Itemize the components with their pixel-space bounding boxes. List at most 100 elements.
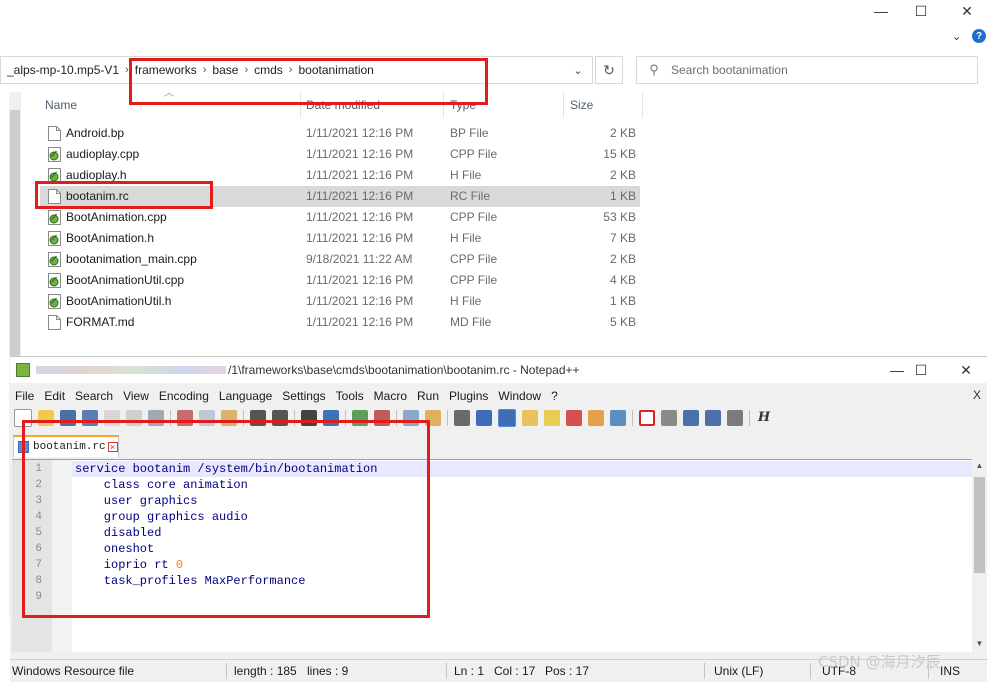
show-all-chars-icon[interactable] xyxy=(476,410,492,426)
paste-icon[interactable] xyxy=(221,410,237,426)
code-line[interactable]: service bootanim /system/bin/bootanimati… xyxy=(75,461,377,477)
search-box[interactable]: ⚲ Search bootanimation xyxy=(636,56,978,84)
address-segment[interactable]: frameworks xyxy=(129,63,203,77)
tab-bootanim-rc[interactable]: bootanim.rc × xyxy=(13,435,119,457)
menu-settings[interactable]: Settings xyxy=(277,389,330,403)
menu-language[interactable]: Language xyxy=(214,389,277,403)
code-line[interactable]: class core animation xyxy=(75,477,248,493)
column-divider[interactable] xyxy=(443,92,444,118)
address-bar[interactable]: _alps-mp-10.mp5-V1 › frameworks › base ›… xyxy=(0,56,593,84)
sync-vertical-icon[interactable] xyxy=(403,410,419,426)
file-type: H File xyxy=(450,294,482,308)
address-segment[interactable]: cmds xyxy=(248,63,289,77)
print-icon[interactable] xyxy=(148,410,164,426)
new-file-icon[interactable] xyxy=(14,409,32,427)
fold-margin[interactable] xyxy=(52,460,72,652)
column-header-name[interactable]: Name xyxy=(45,94,77,116)
ribbon-expand-chevron-icon[interactable]: ⌄ xyxy=(952,30,961,43)
monitoring-icon[interactable] xyxy=(610,410,626,426)
scroll-down-arrow-icon[interactable]: ▼ xyxy=(974,639,985,648)
tab-close-icon[interactable]: × xyxy=(107,442,118,452)
address-segment[interactable]: base xyxy=(206,63,244,77)
column-header-type[interactable]: Type xyxy=(450,94,476,116)
column-header-size[interactable]: Size xyxy=(570,94,593,116)
close-all-icon[interactable] xyxy=(126,410,142,426)
code-line[interactable]: user graphics xyxy=(75,493,198,509)
title-bar[interactable]: /1\frameworks\base\cmds\bootanimation\bo… xyxy=(10,357,987,383)
status-insert-mode[interactable]: INS xyxy=(940,664,960,678)
editor-vertical-scrollbar[interactable]: ▲ ▼ xyxy=(972,459,987,651)
find-icon[interactable] xyxy=(301,410,317,426)
column-divider[interactable] xyxy=(642,92,643,118)
file-row[interactable]: BootAnimationUtil.cpp 1/11/2021 12:16 PM C… xyxy=(40,270,640,291)
scrollbar-thumb[interactable] xyxy=(974,477,985,573)
save-macro-icon[interactable] xyxy=(727,410,743,426)
menu-run[interactable]: Run xyxy=(412,389,444,403)
menu-help[interactable]: ? xyxy=(546,389,563,403)
word-wrap-icon[interactable] xyxy=(454,410,470,426)
undo-icon[interactable] xyxy=(250,410,266,426)
status-eol[interactable]: Unix (LF) xyxy=(714,664,763,678)
zoom-in-icon[interactable] xyxy=(352,410,368,426)
cut-icon[interactable] xyxy=(177,410,193,426)
run-macro-multiple-icon[interactable] xyxy=(705,410,721,426)
file-row[interactable]: Android.bp 1/11/2021 12:16 PM BP File 2 KB xyxy=(40,123,640,144)
save-all-icon[interactable] xyxy=(82,410,98,426)
replace-icon[interactable] xyxy=(323,410,339,426)
menu-encoding[interactable]: Encoding xyxy=(154,389,214,403)
copy-icon[interactable] xyxy=(199,410,215,426)
close-document-x[interactable]: X xyxy=(973,388,981,402)
file-row[interactable]: bootanim.rc 1/11/2021 12:16 PM RC File 1 KB xyxy=(40,186,640,207)
document-map-icon[interactable] xyxy=(544,410,560,426)
hex-editor-icon[interactable]: H xyxy=(756,410,772,426)
scroll-up-arrow-icon[interactable]: ▲ xyxy=(974,461,985,470)
open-file-icon[interactable] xyxy=(38,410,54,426)
sync-horizontal-icon[interactable] xyxy=(425,410,441,426)
menu-tools[interactable]: Tools xyxy=(331,389,369,403)
save-icon[interactable] xyxy=(60,410,76,426)
file-row[interactable]: bootanimation_main.cpp 9/18/2021 11:22 AM… xyxy=(40,249,640,270)
close-button[interactable]: ✕ xyxy=(944,0,987,22)
indent-guide-icon[interactable] xyxy=(498,409,516,427)
function-list-icon[interactable] xyxy=(566,410,582,426)
file-row[interactable]: audioplay.h 1/11/2021 12:16 PM H File 2 KB xyxy=(40,165,640,186)
folder-workspace-icon[interactable] xyxy=(588,410,604,426)
close-button[interactable]: ✕ xyxy=(943,359,987,381)
help-icon[interactable]: ? xyxy=(972,29,986,43)
column-header-date[interactable]: Date modified xyxy=(306,94,380,116)
address-segment[interactable]: bootanimation xyxy=(292,63,379,77)
play-macro-icon[interactable] xyxy=(683,410,699,426)
file-row[interactable]: BootAnimationUtil.h 1/11/2021 12:16 PM H F… xyxy=(40,291,640,312)
editor-area[interactable]: 1 service bootanim /system/bin/bootanimat… xyxy=(12,459,972,652)
column-divider[interactable] xyxy=(563,92,564,118)
code-line[interactable]: disabled xyxy=(75,525,162,541)
maximize-button[interactable]: ☐ xyxy=(898,0,944,22)
address-segment[interactable]: _alps-mp-10.mp5-V1 xyxy=(1,63,125,77)
file-row[interactable]: BootAnimation.cpp 1/11/2021 12:16 PM CPP F… xyxy=(40,207,640,228)
code-line[interactable]: ioprio rt 0 xyxy=(75,557,183,573)
menu-view[interactable]: View xyxy=(118,389,154,403)
file-row[interactable]: audioplay.cpp 1/11/2021 12:16 PM CPP File 1… xyxy=(40,144,640,165)
menu-macro[interactable]: Macro xyxy=(369,389,412,403)
column-divider[interactable] xyxy=(300,92,301,118)
close-icon[interactable] xyxy=(104,410,120,426)
code-line[interactable]: oneshot xyxy=(75,541,154,557)
menu-edit[interactable]: Edit xyxy=(39,389,70,403)
menu-window[interactable]: Window xyxy=(493,389,546,403)
maximize-button[interactable]: ☐ xyxy=(898,359,944,381)
file-row[interactable]: BootAnimation.h 1/11/2021 12:16 PM H File 7… xyxy=(40,228,640,249)
zoom-out-icon[interactable] xyxy=(374,410,390,426)
search-input[interactable]: Search bootanimation xyxy=(671,63,788,77)
user-language-icon[interactable] xyxy=(522,410,538,426)
menu-plugins[interactable]: Plugins xyxy=(444,389,493,403)
code-line[interactable]: group graphics audio xyxy=(75,509,248,525)
record-macro-icon[interactable] xyxy=(639,410,655,426)
refresh-icon[interactable]: ↻ xyxy=(595,56,623,84)
stop-macro-icon[interactable] xyxy=(661,410,677,426)
menu-file[interactable]: File xyxy=(10,389,39,403)
redo-icon[interactable] xyxy=(272,410,288,426)
file-row[interactable]: FORMAT.md 1/11/2021 12:16 PM MD File 5 KB xyxy=(40,312,640,333)
code-line[interactable]: task_profiles MaxPerformance xyxy=(75,573,306,589)
menu-search[interactable]: Search xyxy=(70,389,118,403)
address-history-dropdown-icon[interactable]: ⌄ xyxy=(566,58,590,82)
